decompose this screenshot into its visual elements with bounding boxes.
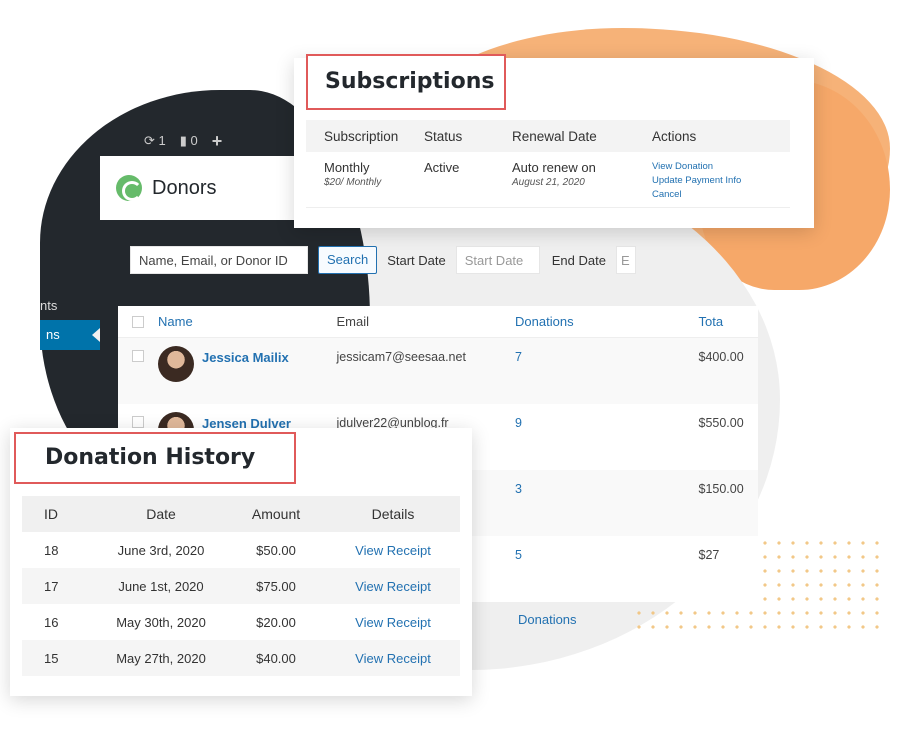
table-row: 16 May 30th, 2020 $20.00 View Receipt [22,604,460,640]
column-details: Details [371,506,415,522]
subscription-status: Active [424,160,460,175]
column-actions: Actions [652,128,697,144]
column-donations[interactable]: Donations [515,314,698,329]
subscriptions-title: Subscriptions [306,54,506,110]
footer-column-donations[interactable]: Donations [518,612,703,627]
updates-count: 1 [158,133,166,148]
donation-history-card: Donation History ID Date Amount Details … [10,428,472,696]
view-donation-link[interactable]: View Donation [652,160,782,174]
subscriptions-table-header: Subscription Status Renewal Date Actions [306,120,790,152]
donor-search-input[interactable]: Name, Email, or Donor ID [130,246,308,274]
donation-date: May 30th, 2020 [116,614,206,630]
subscriptions-table: Subscription Status Renewal Date Actions… [306,120,790,208]
table-row: 17 June 1st, 2020 $75.00 View Receipt [22,568,460,604]
donation-amount: $20.00 [256,614,296,630]
donor-total: $400.00 [698,350,744,364]
donor-total: $550.00 [698,416,744,430]
view-receipt-link[interactable]: View Receipt [326,615,460,630]
donation-amount: $75.00 [256,578,296,594]
sidebar-active-arrow [92,328,100,342]
donors-table-header: Name Email Donations Tota [118,306,758,338]
donor-donations-count[interactable]: 5 [515,548,698,562]
end-date-input[interactable]: E [615,246,636,274]
table-row: 18 June 3rd, 2020 $50.00 View Receipt [22,532,460,568]
update-payment-info-link[interactable]: Update Payment Info [652,174,782,188]
donation-amount: $40.00 [256,650,296,666]
subscription-plan-detail: $20/ Monthly [324,177,382,188]
donor-email: jessicam7@seesaa.net [336,350,466,364]
sidebar-item-partial[interactable]: nts [40,298,57,313]
donation-id: 18 [44,542,59,558]
donation-history-title: Donation History [14,432,296,484]
renewal-date: August 21, 2020 [512,177,585,188]
comment-icon: ▮ [179,133,187,148]
cancel-subscription-link[interactable]: Cancel [652,188,782,202]
column-name[interactable]: Name [158,314,337,329]
plus-icon[interactable]: + [212,131,223,152]
donation-date: June 1st, 2020 [118,578,204,594]
wp-admin-bar: ⟳ 1 ▮ 0 + [100,126,280,156]
column-amount: Amount [251,506,301,522]
comments-item[interactable]: ▮ 0 [180,133,198,149]
column-total[interactable]: Tota [699,314,759,329]
donation-id: 16 [44,614,59,630]
donor-donations-count[interactable]: 7 [515,350,698,364]
donor-donations-count[interactable]: 9 [515,416,698,430]
end-date-label: End Date [551,252,606,268]
search-button[interactable]: Search [318,246,378,274]
column-renewal-date: Renewal Date [512,128,597,144]
view-receipt-link[interactable]: View Receipt [326,651,460,666]
start-date-input[interactable]: Start Date [455,246,540,274]
select-all-checkbox[interactable] [132,315,144,328]
donation-date: May 27th, 2020 [116,650,206,666]
column-email: Email [336,314,370,329]
donor-name-link[interactable]: Jessica Mailix [202,350,289,365]
donor-donations-count[interactable]: 3 [515,482,698,496]
donation-date: June 3rd, 2020 [117,542,205,558]
table-row: 15 May 27th, 2020 $40.00 View Receipt [22,640,460,676]
subscription-plan: Monthly [324,160,370,175]
donor-total: $27 [698,548,720,562]
donation-id: 17 [44,578,59,594]
updates-item[interactable]: ⟳ 1 [144,133,166,149]
donation-history-table: ID Date Amount Details 18 June 3rd, 2020… [22,496,460,676]
donation-amount: $50.00 [256,542,296,558]
donor-filters: Name, Email, or Donor ID Search Start Da… [130,246,636,274]
column-subscription: Subscription [324,128,399,144]
donor-total: $150.00 [698,482,744,496]
subscription-row: Monthly $20/ Monthly Active Auto renew o… [306,152,790,208]
view-receipt-link[interactable]: View Receipt [326,579,460,594]
avatar [158,346,194,382]
table-row: Jessica Mailix jessicam7@seesaa.net 7 $4… [118,338,758,404]
refresh-icon: ⟳ [144,133,155,148]
view-receipt-link[interactable]: View Receipt [326,543,460,558]
subscriptions-card: Subscriptions Subscription Status Renewa… [294,54,814,228]
donation-history-header: ID Date Amount Details [22,496,460,532]
row-checkbox[interactable] [132,350,144,362]
column-status: Status [424,128,463,144]
row-checkbox[interactable] [132,416,144,428]
column-id: ID [44,506,58,522]
donation-id: 15 [44,650,59,666]
start-date-label: Start Date [387,252,446,268]
give-logo-icon [116,175,142,201]
comments-count: 0 [190,133,198,148]
renewal-text: Auto renew on [512,160,596,175]
column-date: Date [146,506,176,522]
sidebar-item-active[interactable]: ns [40,320,100,350]
page-title: Donors [152,176,217,199]
